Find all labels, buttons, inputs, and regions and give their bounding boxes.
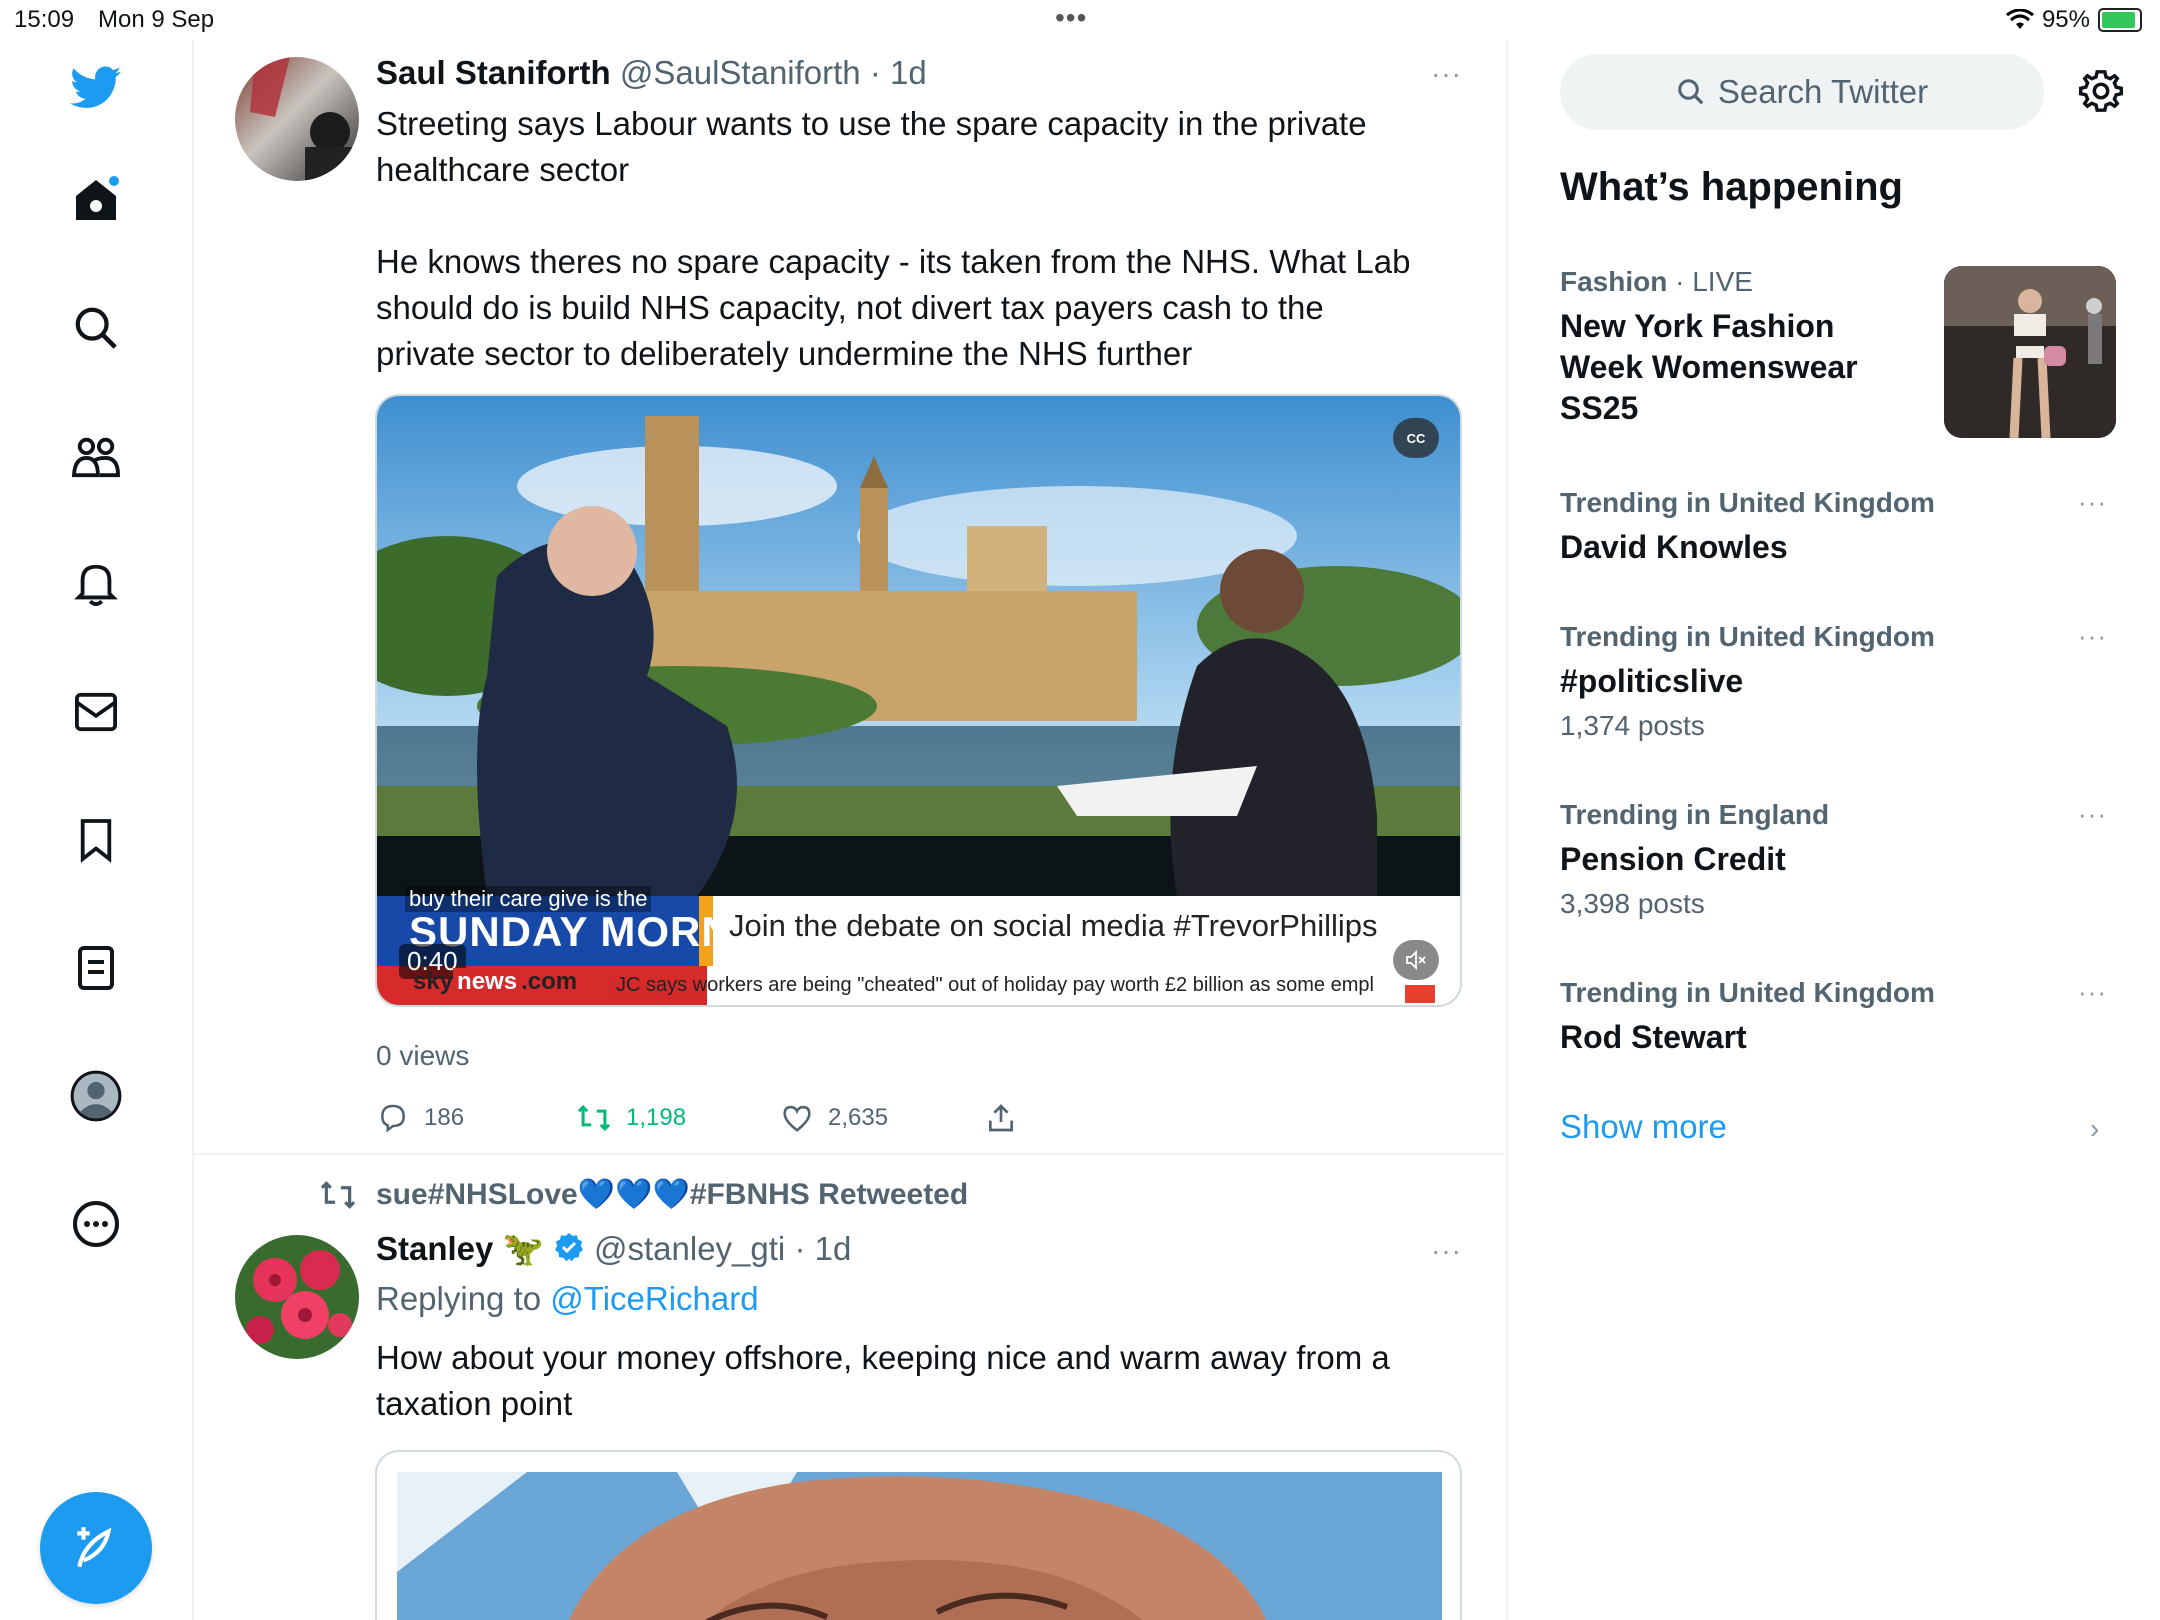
author-handle[interactable]: @SaulStaniforth bbox=[620, 54, 861, 91]
show-more-link[interactable]: Show more bbox=[1560, 1108, 1727, 1146]
author-name[interactable]: Saul Staniforth bbox=[376, 54, 611, 91]
twitter-logo-icon[interactable] bbox=[70, 62, 122, 114]
bookmarks-icon[interactable] bbox=[70, 814, 122, 866]
whats-happening-heading: What’s happening bbox=[1560, 165, 1903, 209]
tweet-time[interactable]: · 1d bbox=[870, 54, 927, 91]
retweet-icon bbox=[577, 1104, 611, 1132]
view-count: 0 views bbox=[376, 1040, 470, 1071]
share-button[interactable] bbox=[985, 1102, 1017, 1134]
trend-more-button[interactable]: ··· bbox=[2078, 621, 2107, 652]
trend-item[interactable]: Trending in England Pension Credit 3,398… bbox=[1560, 799, 2120, 920]
tweet-text: How about your money offshore, keeping n… bbox=[376, 1339, 1390, 1422]
tweet-text: Streeting says Labour wants to use the s… bbox=[376, 105, 1411, 372]
trend-more-button[interactable]: ··· bbox=[2078, 487, 2107, 518]
retweet-button[interactable]: 1,198 bbox=[576, 1102, 780, 1134]
settings-gear-icon[interactable] bbox=[2078, 68, 2124, 119]
retweet-count: 1,198 bbox=[626, 1104, 687, 1131]
trend-title: New York Fashion Week Womenswear SS25 bbox=[1560, 308, 1858, 426]
right-sidebar: Search Twitter What’s happening Fashion … bbox=[1508, 40, 2160, 1620]
trend-item[interactable]: Trending in United Kingdom David Knowles bbox=[1560, 487, 2120, 568]
notifications-icon[interactable] bbox=[70, 558, 122, 610]
battery-status: 95% bbox=[2006, 6, 2142, 34]
status-time: 15:09 bbox=[14, 6, 75, 33]
live-label: · LIVE bbox=[1675, 266, 1753, 297]
heart-icon bbox=[783, 1105, 811, 1132]
replying-label: Replying to bbox=[376, 1280, 542, 1317]
battery-icon bbox=[2098, 8, 2142, 32]
trend-more-button[interactable]: ··· bbox=[2078, 977, 2107, 1008]
like-button[interactable]: 2,635 bbox=[780, 1102, 985, 1134]
tweet[interactable]: sue#NHSLove💙💙💙#FBNHS Retweeted Stanley 🦖… bbox=[193, 1155, 1506, 1620]
trend-item[interactable]: Trending in United Kingdom #politicslive… bbox=[1560, 621, 2120, 742]
author-handle[interactable]: @stanley_gti bbox=[594, 1230, 785, 1267]
tweet-more-button[interactable]: ··· bbox=[1431, 1235, 1462, 1267]
trend-title: Rod Stewart bbox=[1560, 1019, 1747, 1055]
tweet-more-button[interactable]: ··· bbox=[1431, 58, 1462, 90]
cc-button[interactable]: CC bbox=[1393, 418, 1439, 458]
lists-icon[interactable] bbox=[70, 942, 122, 994]
tweet-header: Stanley 🦖 @stanley_gti · 1d bbox=[376, 1230, 851, 1271]
search-field[interactable]: Search Twitter bbox=[1560, 54, 2044, 130]
sky-news-logo: sky news .com bbox=[413, 968, 578, 995]
search-icon bbox=[1678, 79, 1704, 105]
chevron-right-icon: › bbox=[2090, 1113, 2100, 1144]
retweet-icon bbox=[320, 1180, 356, 1209]
video-ticker-main: Join the debate on social media #TrevorP… bbox=[729, 908, 1378, 943]
wifi-icon bbox=[2006, 9, 2034, 29]
search-placeholder: Search Twitter bbox=[1717, 73, 1929, 110]
trend-context: Trending in United Kingdom bbox=[1560, 977, 1935, 1008]
multitasking-dots[interactable]: ••• bbox=[1055, 2, 1087, 34]
home-icon[interactable] bbox=[70, 174, 122, 226]
trend-title: David Knowles bbox=[1560, 529, 1788, 565]
photo-thumbnail bbox=[377, 1452, 1460, 1620]
trend-post-count: 3,398 posts bbox=[1560, 888, 1705, 919]
avatar[interactable] bbox=[235, 57, 359, 181]
video-player[interactable]: CC buy their care give is the SUNDAY MOR… bbox=[375, 394, 1462, 1007]
battery-percent: 95% bbox=[2041, 6, 2090, 33]
trend-item[interactable]: Trending in United Kingdom Rod Stewart bbox=[1560, 977, 2120, 1058]
trend-context: Trending in United Kingdom bbox=[1560, 621, 1935, 652]
trend-title: #politicslive bbox=[1560, 663, 1744, 699]
tweet-actions: 186 1,198 2,635 bbox=[376, 1102, 1017, 1134]
speaker-muted-icon bbox=[1406, 949, 1426, 971]
timeline-feed[interactable]: Saul Staniforth @SaulStaniforth · 1d ···… bbox=[193, 40, 1508, 1620]
tweet[interactable]: Saul Staniforth @SaulStaniforth · 1d ···… bbox=[193, 40, 1506, 1155]
trend-more-button[interactable]: ··· bbox=[2078, 799, 2107, 830]
avatar[interactable] bbox=[235, 1235, 359, 1359]
compose-tweet-button[interactable] bbox=[40, 1492, 152, 1604]
compose-icon bbox=[77, 1527, 112, 1568]
left-navigation bbox=[0, 40, 194, 1620]
reply-icon bbox=[381, 1104, 405, 1133]
retweeted-by-text[interactable]: sue#NHSLove💙💙💙#FBNHS Retweeted bbox=[376, 1177, 968, 1212]
share-icon bbox=[989, 1104, 1013, 1132]
messages-icon[interactable] bbox=[70, 686, 122, 738]
status-bar: 15:09 Mon 9 Sep ••• 95% bbox=[0, 0, 2160, 40]
tweet-image[interactable] bbox=[375, 1450, 1462, 1620]
trend-title: Pension Credit bbox=[1560, 841, 1786, 877]
tweet-header: Saul Staniforth @SaulStaniforth · 1d bbox=[376, 54, 927, 92]
reply-button[interactable]: 186 bbox=[376, 1102, 576, 1134]
status-date: Mon 9 Sep bbox=[98, 6, 215, 33]
trend-post-count: 1,374 posts bbox=[1560, 710, 1705, 741]
communities-icon[interactable] bbox=[70, 430, 122, 482]
mute-button[interactable] bbox=[1393, 940, 1439, 980]
video-ticker-sub: JC says workers are being "cheated" out … bbox=[609, 974, 1399, 997]
replying-to-handle[interactable]: @TiceRichard bbox=[550, 1280, 758, 1317]
tweet-time[interactable]: · 1d bbox=[794, 1230, 851, 1267]
verified-badge-icon bbox=[553, 1231, 585, 1271]
trend-context: Trending in England bbox=[1560, 799, 1830, 830]
trend-thumbnail[interactable] bbox=[1944, 266, 2116, 438]
like-count: 2,635 bbox=[828, 1104, 889, 1131]
profile-icon[interactable] bbox=[70, 1070, 122, 1122]
retweeted-by-line: sue#NHSLove💙💙💙#FBNHS Retweeted bbox=[318, 1177, 968, 1212]
replying-to: Replying to @TiceRichard bbox=[376, 1280, 759, 1318]
trend-context: Trending in United Kingdom bbox=[1560, 487, 1935, 518]
search-icon[interactable] bbox=[70, 302, 122, 354]
more-options-icon[interactable] bbox=[70, 1198, 122, 1250]
author-name[interactable]: Stanley 🦖 bbox=[376, 1230, 544, 1267]
reply-count: 186 bbox=[424, 1104, 465, 1131]
